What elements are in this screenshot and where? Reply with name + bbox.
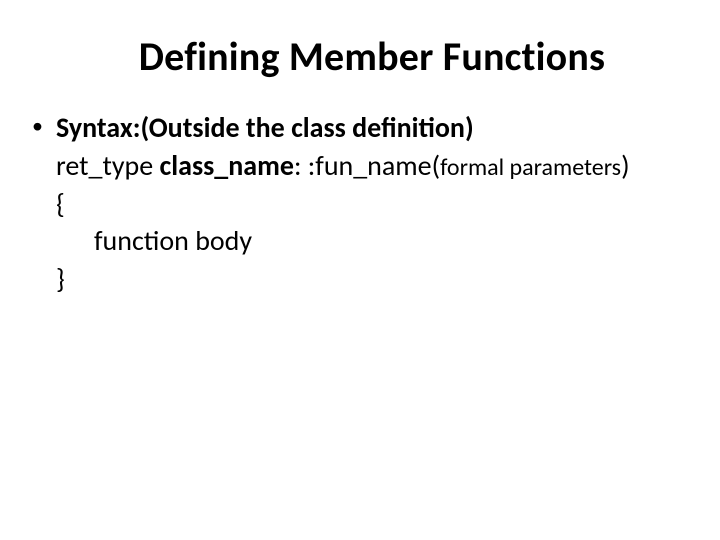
- close-brace-line: }: [56, 260, 630, 298]
- formal-parameters: formal parameters: [440, 153, 621, 182]
- bullet-dot: •: [32, 109, 56, 143]
- syntax-label: Syntax:: [56, 110, 140, 145]
- open-brace-line: {: [56, 185, 630, 223]
- slide-body: • Syntax:(Outside the class definition) …: [56, 109, 688, 298]
- function-body-line: function body: [56, 222, 630, 260]
- close-paren: ): [621, 148, 630, 183]
- syntax-paren: (Outside the class definition): [140, 110, 473, 145]
- bullet-content: Syntax:(Outside the class definition) re…: [56, 109, 630, 298]
- scope-fun-name: : :fun_name(: [294, 148, 440, 183]
- syntax-line: Syntax:(Outside the class definition): [56, 109, 630, 147]
- function-body-text: function body: [94, 223, 252, 258]
- bullet-item: • Syntax:(Outside the class definition) …: [56, 109, 688, 298]
- body-indent: [56, 223, 94, 258]
- slide-title: Defining Member Functions: [56, 32, 688, 81]
- signature-line: ret_type class_name: :fun_name(formal pa…: [56, 147, 630, 185]
- slide: Defining Member Functions • Syntax:(Outs…: [0, 0, 720, 540]
- class-name: class_name: [160, 148, 294, 183]
- ret-type: ret_type: [56, 148, 160, 183]
